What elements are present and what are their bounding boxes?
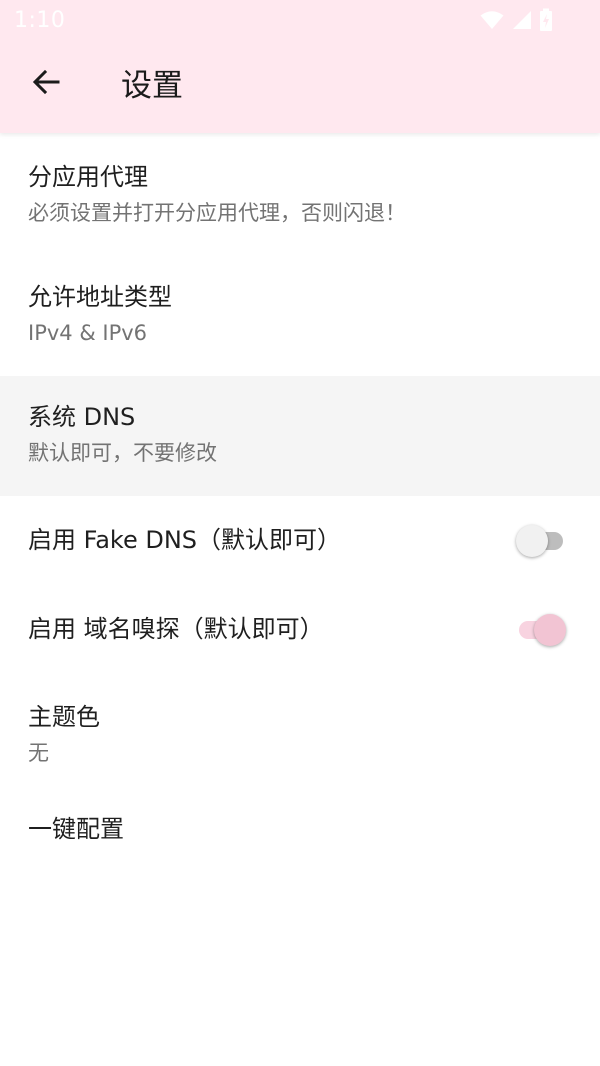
switch-thumb [516,525,548,557]
back-button[interactable] [28,66,64,102]
pref-allowed-address-type[interactable]: 允许地址类型 IPv4 & IPv6 [0,256,600,376]
pref-title: 允许地址类型 [28,283,172,311]
pref-title: 主题色 [28,703,100,731]
pref-theme-color[interactable]: 主题色 无 [0,674,600,794]
arrow-left-icon [31,67,61,101]
fake-dns-toggle[interactable] [516,523,566,559]
pref-title: 分应用代理 [28,163,148,191]
settings-list: 分应用代理 必须设置并打开分应用代理，否则闪退！ 允许地址类型 IPv4 & I… [0,136,600,894]
pref-title: 启用 域名嗅探（默认即可） [28,615,324,643]
cellular-signal-icon [510,10,532,34]
pref-title: 一键配置 [28,815,124,843]
status-bar: 1:10 [0,0,600,40]
app-bar: 1:10 设置 [0,0,600,133]
page-title: 设置 [121,68,183,104]
pref-fake-dns[interactable]: 启用 Fake DNS（默认即可） [0,496,600,585]
pref-system-dns[interactable]: 系统 DNS 默认即可，不要修改 [0,376,600,496]
pref-title: 系统 DNS [28,403,136,431]
domain-sniffing-toggle[interactable] [516,612,566,648]
pref-per-app-proxy[interactable]: 分应用代理 必须设置并打开分应用代理，否则闪退！ [0,136,600,256]
status-time: 1:10 [14,8,66,33]
pref-summary: IPv4 & IPv6 [28,321,148,345]
pref-summary: 无 [28,741,49,765]
pref-domain-sniffing[interactable]: 启用 域名嗅探（默认即可） [0,585,600,674]
battery-charging-icon [538,8,554,36]
pref-one-click-config[interactable]: 一键配置 [0,794,600,894]
toolbar: 设置 [0,40,600,133]
switch-thumb [534,614,566,646]
wifi-icon [480,10,504,34]
pref-summary: 必须设置并打开分应用代理，否则闪退！ [28,201,406,225]
pref-title: 启用 Fake DNS（默认即可） [28,526,342,554]
pref-summary: 默认即可，不要修改 [28,441,217,465]
status-icons [480,8,554,36]
